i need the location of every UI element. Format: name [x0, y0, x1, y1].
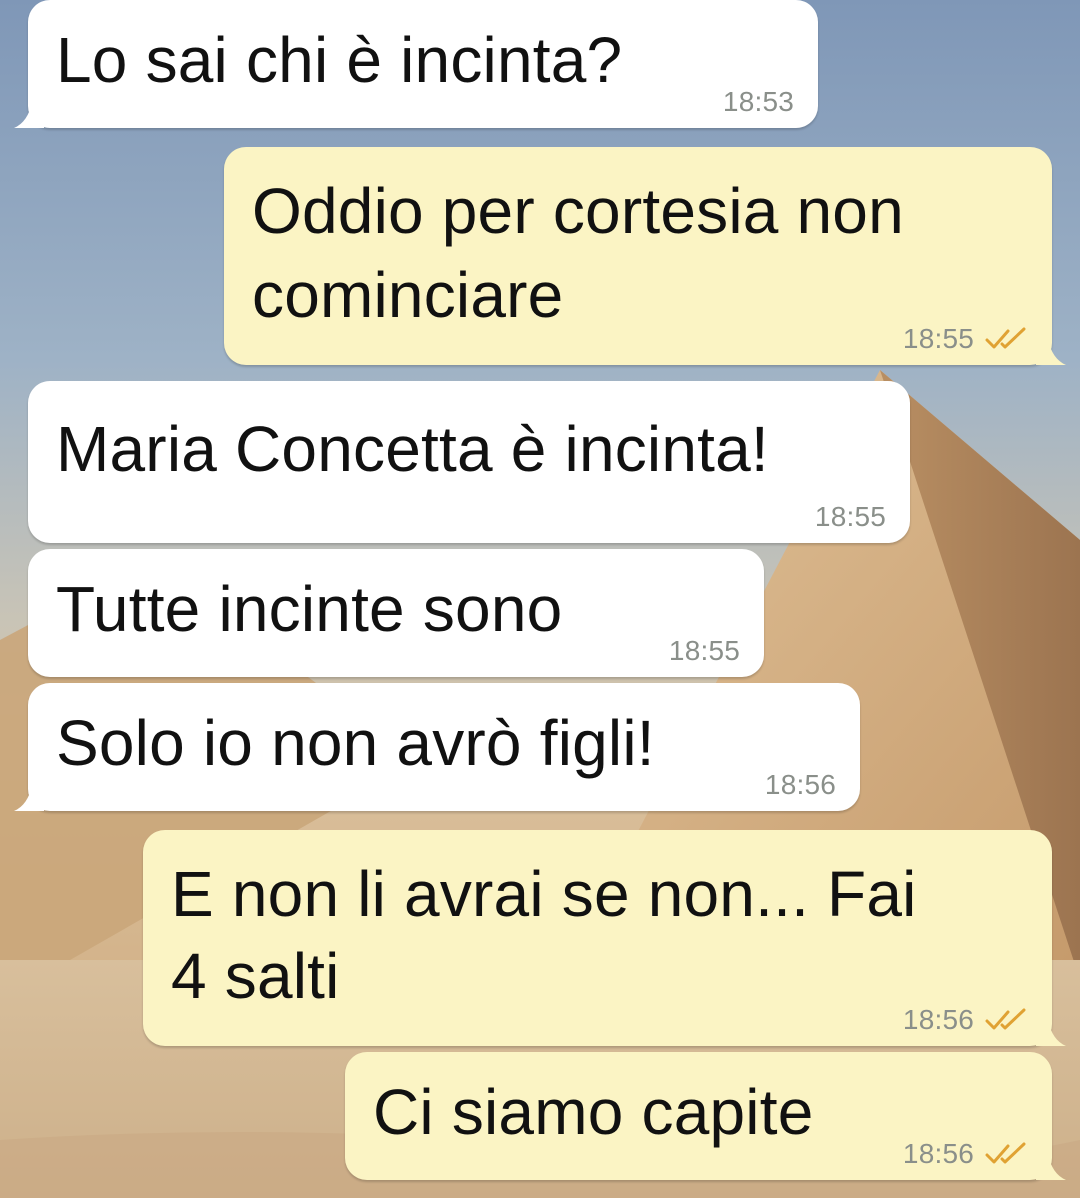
message-timestamp: 18:56 — [902, 1138, 974, 1169]
double-check-icon — [984, 1008, 1028, 1032]
double-check-icon — [984, 327, 1028, 351]
message-timestamp: 18:55 — [902, 323, 974, 354]
message-timestamp: 18:56 — [764, 769, 836, 800]
message-text-line: E non li avrai se non... Fai — [171, 858, 917, 930]
message-text-line: cominciare — [252, 259, 564, 331]
double-check-icon — [984, 1142, 1028, 1166]
bubble-tail — [1036, 339, 1066, 365]
bubble-tail — [1036, 1020, 1066, 1046]
message-text: Maria Concetta è incinta! — [56, 413, 769, 485]
message-bubble-incoming[interactable]: Lo sai chi è incinta? 18:53 — [14, 0, 818, 128]
message-timestamp: 18:53 — [722, 86, 794, 117]
bubble-tail — [14, 785, 44, 811]
message-text: Solo io non avrò figli! — [56, 707, 655, 779]
message-bubble-incoming[interactable]: Tutte incinte sono 18:55 — [28, 549, 764, 677]
message-text-line: 4 salti — [171, 940, 340, 1012]
message-text-line: Oddio per cortesia non — [252, 175, 904, 247]
message-timestamp: 18:56 — [902, 1004, 974, 1035]
bubble-tail — [14, 102, 44, 128]
message-bubble-incoming[interactable]: Maria Concetta è incinta! 18:55 — [28, 381, 910, 543]
message-text: Ci siamo capite — [373, 1076, 814, 1148]
bubble-tail — [1036, 1154, 1066, 1180]
message-text: Lo sai chi è incinta? — [56, 24, 623, 96]
message-bubble-outgoing[interactable]: Ci siamo capite 18:56 — [345, 1052, 1066, 1180]
message-bubble-incoming[interactable]: Solo io non avrò figli! 18:56 — [14, 683, 860, 811]
message-timestamp: 18:55 — [668, 635, 740, 666]
message-text: Tutte incinte sono — [56, 573, 563, 645]
message-bubble-outgoing[interactable]: E non li avrai se non... Fai 4 salti 18:… — [143, 830, 1066, 1046]
message-bubble-outgoing[interactable]: Oddio per cortesia non cominciare 18:55 — [224, 147, 1066, 365]
message-timestamp: 18:55 — [814, 501, 886, 532]
